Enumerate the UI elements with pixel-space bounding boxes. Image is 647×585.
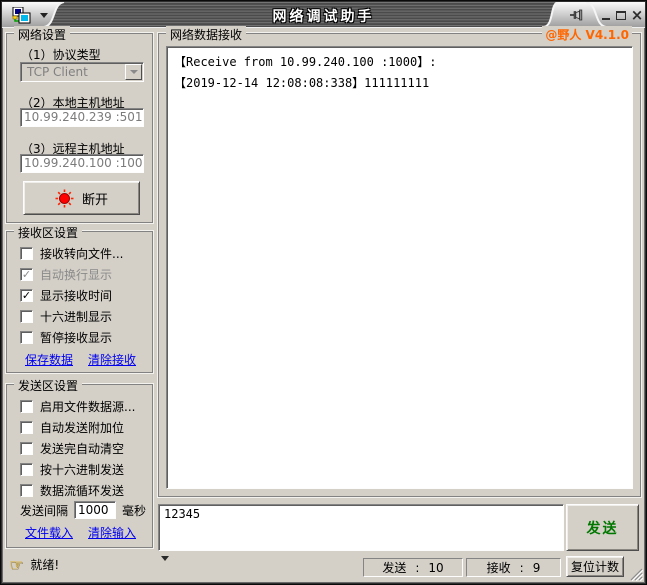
send-settings-title: 发送区设置 [14, 377, 83, 394]
disconnect-button[interactable]: 断开 [23, 181, 140, 215]
checkbox-label: 显示接收时间 [40, 289, 113, 303]
send-settings-group: 发送区设置 ✓ 启用文件数据源... ✓ 自动发送附加位 ✓ 发送完自动清空 [5, 377, 154, 549]
checkbox-option[interactable]: ✓ 按十六进制发送 [7, 459, 152, 480]
checkbox-icon[interactable]: ✓ [20, 289, 33, 302]
checkbox-label: 按十六进制发送 [40, 463, 125, 477]
maximize-button[interactable] [614, 6, 628, 24]
checkbox-option[interactable]: ✓ 启用文件数据源... [7, 396, 152, 417]
checkbox-label: 暂停接收显示 [40, 331, 113, 345]
chevron-down-icon [129, 70, 138, 74]
receive-log-line: 【2019-12-14 12:08:08:338】111111111 [174, 76, 430, 90]
receive-counter-value: 9 [532, 560, 541, 575]
checkbox-icon[interactable]: ✓ [20, 421, 33, 434]
receive-log-line: 【Receive from 10.99.240.100 :1000】: [174, 55, 437, 69]
send-options-list: ✓ 启用文件数据源... ✓ 自动发送附加位 ✓ 发送完自动清空 ✓ 按十六进制… [7, 396, 152, 501]
checkbox-option[interactable]: ✓ 自动发送附加位 [7, 417, 152, 438]
maximize-icon [616, 10, 626, 20]
checkbox-option[interactable]: ✓ 自动换行显示 [7, 264, 152, 285]
checkbox-label: 自动换行显示 [40, 268, 113, 282]
receive-data-title: 网络数据接收 [166, 26, 247, 43]
receive-options-list: ✓ 接收转向文件... ✓ 自动换行显示 ✓ 显示接收时间 ✓ 十六进制显示 [7, 243, 152, 348]
checkbox-option[interactable]: ✓ 暂停接收显示 [7, 327, 152, 348]
checkbox-option[interactable]: ✓ 显示接收时间 [7, 285, 152, 306]
checkbox-label: 自动发送附加位 [40, 421, 125, 435]
checkbox-option[interactable]: ✓ 接收转向文件... [7, 243, 152, 264]
receive-settings-title: 接收区设置 [14, 224, 83, 241]
checkbox-icon[interactable]: ✓ [20, 247, 33, 260]
minimize-icon [602, 18, 610, 20]
clear-receive-link[interactable]: 清除接收 [88, 351, 136, 368]
minimize-button[interactable] [599, 6, 613, 24]
protocol-value: TCP Client [27, 65, 88, 79]
checkbox-option[interactable]: ✓ 数据流循环发送 [7, 480, 152, 501]
pointing-hand-icon: ☞ [9, 554, 24, 574]
network-settings-group: 网络设置 （1）协议类型 TCP Client （2）本地主机地址 10.99.… [5, 26, 154, 224]
checkbox-label: 发送完自动清空 [40, 442, 125, 456]
sent-counter-separator: : [415, 560, 420, 575]
checkbox-icon[interactable]: ✓ [20, 442, 33, 455]
window-title: 网络调试助手 [272, 9, 375, 25]
connected-indicator-icon [55, 189, 74, 207]
author-version-badge: @野人 V4.1.0 [542, 26, 632, 43]
titlebar[interactable]: 网络调试助手 × [2, 2, 645, 28]
checkbox-icon[interactable]: ✓ [20, 331, 33, 344]
save-data-link[interactable]: 保存数据 [25, 351, 73, 368]
interval-input[interactable] [74, 501, 117, 519]
remote-host-field: 10.99.240.100 :1000 [20, 154, 144, 173]
sent-counter-value: 10 [428, 560, 444, 575]
protocol-select: TCP Client [20, 62, 144, 82]
receive-counter-separator: : [519, 560, 524, 575]
checkbox-icon[interactable]: ✓ [20, 463, 33, 476]
sent-counter: 发送 : 10 [363, 558, 463, 577]
resize-grip[interactable] [628, 566, 643, 581]
checkbox-label: 接收转向文件... [40, 247, 124, 261]
status-ready: ☞ 就绪! [9, 556, 59, 573]
interval-label: 发送间隔 [20, 503, 69, 518]
checkbox-icon[interactable]: ✓ [20, 310, 33, 323]
app-window: 网络调试助手 × 网络设置 （1）协议类型 TCP Client （2）本地主机… [0, 0, 647, 585]
send-button[interactable]: 发送 [566, 504, 639, 551]
disconnect-label: 断开 [81, 192, 108, 208]
send-input[interactable]: 12345 [158, 504, 564, 551]
checkbox-option[interactable]: ✓ 十六进制显示 [7, 306, 152, 327]
receive-counter: 接收 : 9 [466, 558, 561, 577]
checkbox-label: 启用文件数据源... [40, 400, 136, 414]
protocol-dropdown-button [125, 64, 142, 80]
sent-counter-label: 发送 [382, 561, 407, 575]
pushpin-icon[interactable] [568, 7, 584, 23]
network-settings-title: 网络设置 [14, 26, 71, 43]
load-file-link[interactable]: 文件载入 [25, 524, 73, 541]
interval-unit: 毫秒 [122, 503, 147, 518]
checkbox-icon[interactable]: ✓ [20, 268, 33, 281]
clear-input-link[interactable]: 清除输入 [88, 524, 136, 541]
receive-data-group: 网络数据接收 @野人 V4.1.0 【Receive from 10.99.24… [157, 26, 642, 498]
local-host-field: 10.99.240.239 :50161 [20, 108, 144, 127]
checkbox-icon[interactable]: ✓ [20, 484, 33, 497]
checkbox-label: 数据流循环发送 [40, 484, 125, 498]
close-button[interactable]: × [630, 6, 644, 24]
checkbox-option[interactable]: ✓ 发送完自动清空 [7, 438, 152, 459]
status-ready-text: 就绪! [30, 558, 60, 572]
checkbox-label: 十六进制显示 [40, 310, 113, 324]
receive-log-view[interactable]: 【Receive from 10.99.240.100 :1000】: 【2019… [166, 46, 633, 489]
receive-counter-label: 接收 [486, 561, 511, 575]
send-history-expander-icon[interactable] [161, 556, 169, 561]
checkbox-icon[interactable]: ✓ [20, 400, 33, 413]
receive-settings-group: 接收区设置 ✓ 接收转向文件... ✓ 自动换行显示 ✓ 显示接收时间 [5, 224, 154, 374]
protocol-label: （1）协议类型 [21, 48, 101, 62]
reset-count-button[interactable]: 复位计数 [566, 556, 624, 577]
